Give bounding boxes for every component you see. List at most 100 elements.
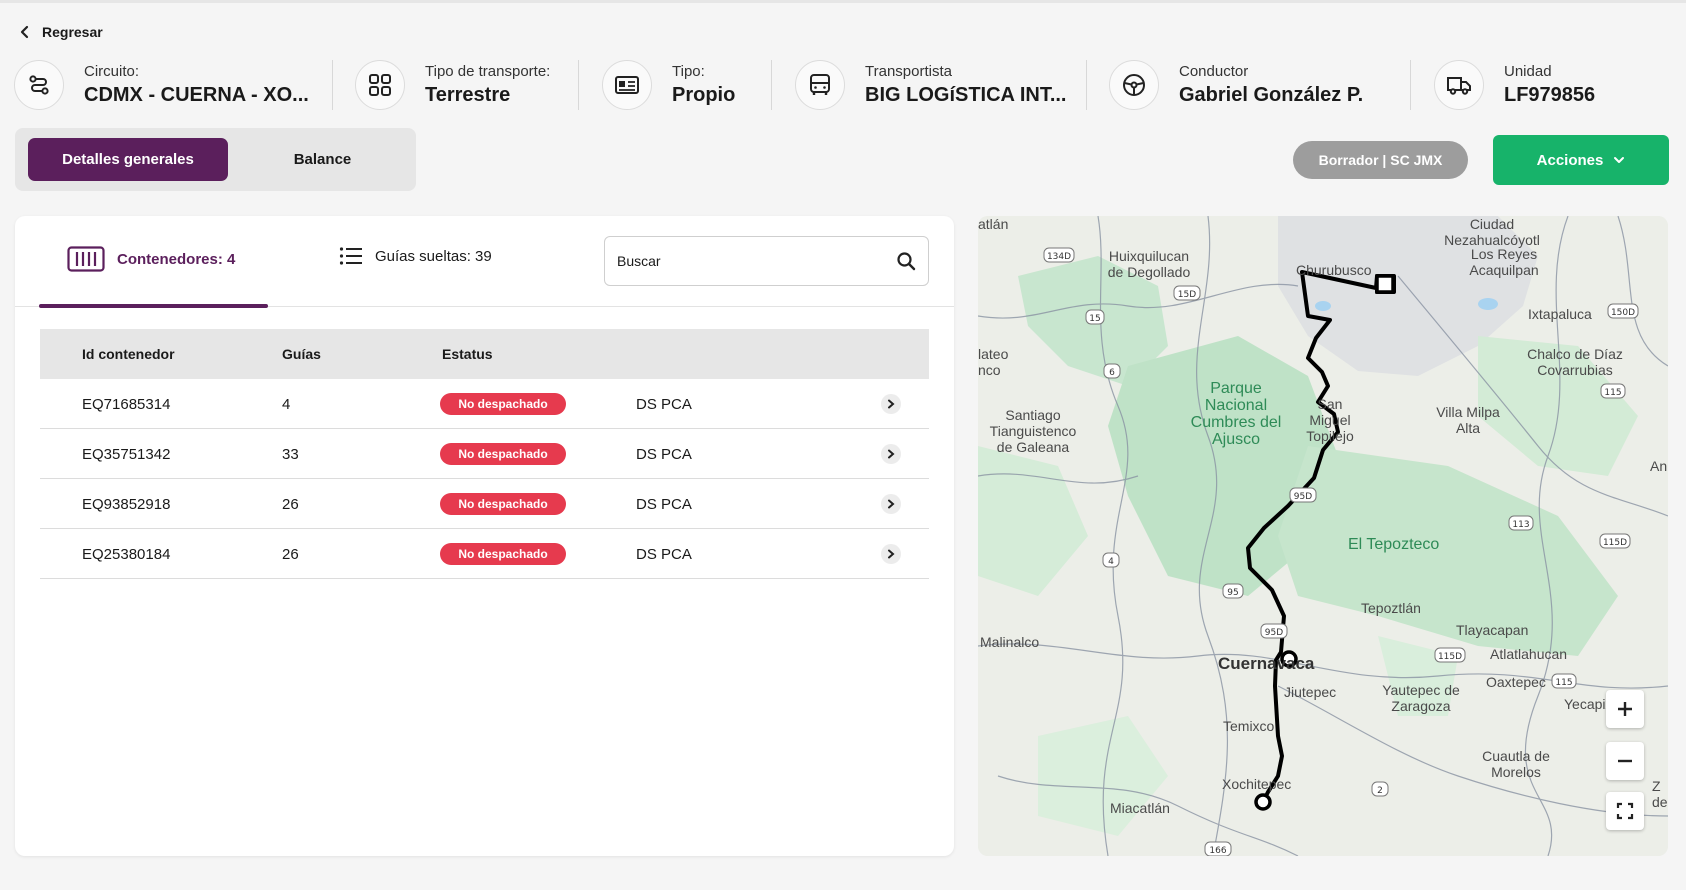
shipment-info-bar: Circuito: CDMX - CUERNA - XO... Tipo de …	[14, 56, 1674, 114]
map-label: Los Reyes Acaquilpan	[1469, 246, 1539, 278]
chevron-right-icon	[888, 499, 895, 509]
steering-wheel-icon	[1109, 60, 1159, 110]
shield-115d: 115D	[1603, 538, 1627, 548]
search-input[interactable]	[617, 253, 896, 269]
info-value: CDMX - CUERNA - XO...	[84, 84, 309, 106]
shield-4: 4	[1108, 557, 1114, 567]
search-icon[interactable]	[896, 251, 916, 271]
map-label: Cuautla de Morelos	[1482, 748, 1550, 780]
shield-134d: 134D	[1047, 252, 1071, 262]
shield-166: 166	[1209, 846, 1226, 856]
divider	[1086, 60, 1087, 110]
shield-15: 15	[1089, 314, 1100, 324]
tab-balance[interactable]: Balance	[229, 138, 416, 181]
container-id: EQ93852918	[82, 495, 171, 513]
container-id: EQ25380184	[82, 545, 171, 563]
map-label: Z de	[1652, 778, 1668, 810]
tab-loose-guides[interactable]: Guías sueltas: 39	[339, 246, 492, 266]
map-label: Chalco de Díaz Covarrubias	[1527, 346, 1623, 378]
info-driver: Conductor Gabriel González P.	[1109, 56, 1363, 114]
row-expand-button[interactable]	[881, 444, 901, 464]
status-badge: No despachado	[440, 393, 566, 415]
guides-count: 26	[282, 545, 299, 563]
shield-115: 115	[1555, 678, 1572, 688]
info-unit: Unidad LF979856	[1434, 56, 1595, 114]
zoom-out-button[interactable]	[1606, 742, 1644, 780]
truck-icon	[1434, 60, 1484, 110]
info-value: Terrestre	[425, 84, 511, 106]
map-label: lateo nco	[978, 346, 1009, 378]
divider	[771, 60, 772, 110]
info-transport-type: Tipo de transporte: Terrestre	[355, 56, 550, 114]
info-circuit: Circuito: CDMX - CUERNA - XO...	[14, 56, 309, 114]
divider	[1410, 60, 1411, 110]
info-label: Tipo de transporte:	[425, 63, 551, 80]
plus-icon	[1618, 702, 1632, 716]
shield-95d: 95D	[1265, 628, 1283, 638]
chevron-left-icon	[20, 25, 29, 39]
map-label: Xochitepec	[1222, 776, 1292, 792]
guides-count: 26	[282, 495, 299, 513]
zoom-in-button[interactable]	[1606, 690, 1644, 728]
shield-115d: 115D	[1438, 652, 1462, 662]
route-map[interactable]: 134D 15D 15 6 150D 115 95D 113 115D 4 95…	[978, 216, 1668, 856]
tab-containers[interactable]: Contenedores: 4	[67, 246, 235, 272]
status-badge: No despachado	[440, 443, 566, 465]
map-label: Temixco	[1223, 718, 1275, 734]
tab-general-details[interactable]: Detalles generales	[28, 138, 228, 181]
map-label: Tepoztlán	[1361, 600, 1421, 616]
table-row[interactable]: EQ25380184 26 No despachado DS PCA	[40, 529, 929, 579]
table-row[interactable]: EQ93852918 26 No despachado DS PCA	[40, 479, 929, 529]
map-label: atlán	[978, 216, 1009, 232]
id-card-icon	[602, 60, 652, 110]
chevron-right-icon	[888, 549, 895, 559]
status-badge: Borrador | SC JMX	[1293, 141, 1468, 179]
info-label: Transportista	[865, 63, 952, 80]
table-header: Id contenedor Guías Estatus	[40, 329, 929, 379]
map-label: Villa Milpa Alta	[1436, 404, 1500, 436]
status-badge: No despachado	[440, 493, 566, 515]
shield-15d: 15D	[1178, 290, 1196, 300]
chevron-down-icon	[1614, 157, 1625, 163]
map-label: An	[1650, 458, 1668, 474]
containers-panel: Contenedores: 4 Guías sueltas: 39 Id con…	[15, 216, 954, 856]
actions-button[interactable]: Acciones	[1493, 135, 1669, 185]
map-label: San Miguel Topilejo	[1306, 396, 1354, 444]
column-header-guides: Guías	[282, 346, 321, 362]
info-label: Conductor	[1179, 63, 1249, 80]
container-id: EQ35751342	[82, 445, 171, 463]
back-button[interactable]: Regresar	[18, 24, 103, 40]
table-row[interactable]: EQ71685314 4 No despachado DS PCA	[40, 379, 929, 429]
info-type: Tipo: Propio	[602, 56, 735, 114]
active-tab-indicator	[39, 304, 268, 308]
info-value: LF979856	[1504, 84, 1596, 106]
bus-icon	[795, 60, 845, 110]
container-id: EQ71685314	[82, 395, 171, 413]
tab-loose-guides-label: Guías sueltas: 39	[375, 247, 492, 265]
shield-115: 115	[1604, 388, 1621, 398]
chevron-right-icon	[888, 399, 895, 409]
info-value: Gabriel González P.	[1179, 84, 1364, 106]
map-label: Miacatlán	[1110, 800, 1170, 816]
table-row[interactable]: EQ35751342 33 No despachado DS PCA	[40, 429, 929, 479]
fullscreen-icon	[1616, 802, 1634, 820]
map-label: Atlatlahucan	[1490, 646, 1568, 662]
map-label: Ciudad Nezahualcóyotl	[1444, 216, 1540, 248]
map-label: Yautepec de Zaragoza	[1382, 682, 1460, 714]
divider	[332, 60, 333, 110]
shield-95: 95	[1227, 588, 1238, 598]
route-icon	[14, 60, 64, 110]
back-label: Regresar	[42, 24, 103, 40]
list-icon	[339, 247, 362, 265]
info-value: BIG LOGíSTICA INT...	[865, 84, 1067, 106]
location: DS PCA	[636, 395, 692, 413]
row-expand-button[interactable]	[881, 544, 901, 564]
column-header-status: Estatus	[442, 346, 493, 362]
fullscreen-button[interactable]	[1606, 792, 1644, 830]
grid-icon	[355, 60, 405, 110]
row-expand-button[interactable]	[881, 494, 901, 514]
row-expand-button[interactable]	[881, 394, 901, 414]
map-label: Ixtapaluca	[1528, 306, 1592, 322]
location: DS PCA	[636, 445, 692, 463]
map-label: Santiago Tianguistenco de Galeana	[989, 407, 1077, 455]
